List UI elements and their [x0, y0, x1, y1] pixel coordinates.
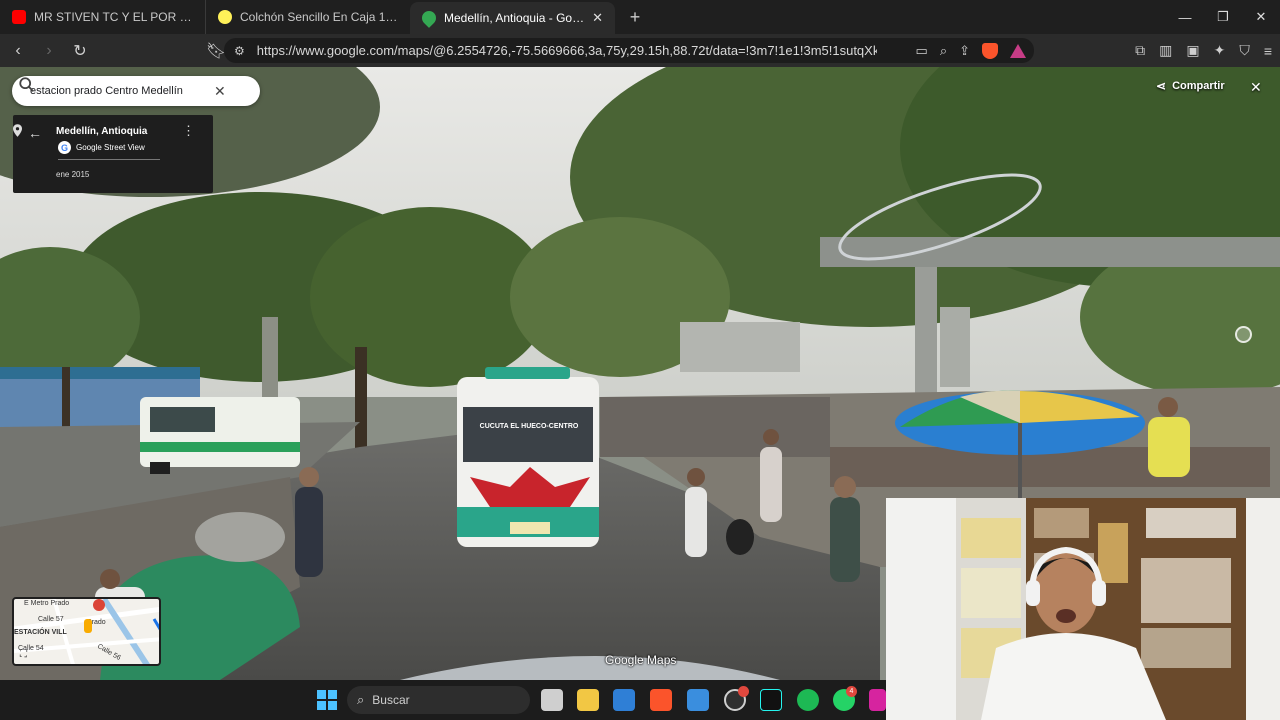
tab-marketplace[interactable]: Colchón Sencillo En Caja 100x190 Fil [205, 0, 410, 34]
wallet-icon[interactable]: ▣ [1186, 42, 1199, 59]
brave-browser-icon[interactable] [650, 689, 672, 711]
compass-icon[interactable] [1235, 326, 1252, 343]
sidebar-icon[interactable]: ▥ [1159, 42, 1172, 59]
share-button[interactable]: ⋖ Compartir [1156, 79, 1225, 93]
share-icon: ⋖ [1156, 79, 1167, 93]
address-bar-actions: ▭ ⌕ ⇪ [916, 38, 1026, 63]
provider-label: Google Street View [76, 143, 145, 152]
close-window-icon[interactable]: ✕ [1242, 0, 1280, 34]
bus-route-sign: CUCUTA EL HUECO-CENTRO [479, 423, 579, 430]
restore-icon[interactable]: ❐ [1204, 0, 1242, 34]
share-page-icon[interactable]: ⇪ [959, 43, 970, 59]
spotify-icon[interactable] [797, 689, 819, 711]
place-title: Medellín, Antioquia [56, 126, 148, 137]
webcam-feed [886, 498, 1280, 720]
browser-extensions: ⧉ ▥ ▣ ✦ ⛉ ≡ [1135, 34, 1272, 67]
photos-icon[interactable] [687, 689, 709, 711]
tab-title: Colchón Sencillo En Caja 100x190 Fil [240, 10, 398, 24]
task-view-icon[interactable] [541, 689, 563, 711]
taskbar-search[interactable]: ⌕ Buscar [347, 686, 530, 714]
address-bar[interactable]: ⚙︎ https://www.google.com/maps/@6.255472… [224, 38, 1034, 63]
instagram-icon[interactable] [869, 689, 886, 711]
search-icon: ⌕ [357, 692, 365, 707]
new-tab-button[interactable]: + [619, 7, 651, 28]
recording-indicator [738, 686, 749, 697]
minimize-icon[interactable]: — [1166, 0, 1204, 34]
capture-date[interactable]: ene 2015 [56, 170, 89, 179]
browser-tab-strip: MR STIVEN TC Y EL POR QUÉ NO SE Colchón … [0, 0, 1280, 34]
location-pin-icon[interactable] [13, 124, 22, 137]
whatsapp-unread-badge: 4 [846, 686, 857, 697]
google-g-icon: G [58, 141, 71, 154]
extensions-icon[interactable]: ⧉ [1135, 42, 1145, 59]
minimap[interactable]: E Metro Prado Prado ESTACIÓN VILL Calle … [12, 597, 161, 666]
cast-icon[interactable]: ▭ [916, 43, 928, 59]
google-maps-watermark: Google Maps [605, 653, 677, 667]
close-street-view-icon[interactable]: ✕ [1250, 79, 1262, 96]
close-tab-icon[interactable]: ✕ [592, 10, 603, 26]
url-text: https://www.google.com/maps/@6.2554726,-… [256, 43, 877, 58]
brave-shields-icon[interactable] [982, 42, 998, 59]
vpn-icon[interactable]: ⛉ [1239, 42, 1250, 59]
maps-search-box[interactable]: estacion prado Centro Medellín ✕ [12, 76, 260, 106]
webcam-overlay [886, 498, 1280, 720]
reload-icon[interactable]: ↻ [67, 38, 93, 64]
tab-youtube[interactable]: MR STIVEN TC Y EL POR QUÉ NO SE [0, 0, 205, 34]
provider-badge: G Google Street View [58, 141, 145, 154]
back-icon[interactable]: ‹ [5, 38, 31, 64]
marketplace-icon [218, 10, 232, 24]
file-explorer-icon[interactable] [577, 689, 599, 711]
divider [58, 159, 160, 160]
window-controls: — ❐ ✕ [1166, 0, 1280, 34]
microsoft-store-icon[interactable] [613, 689, 635, 711]
tiktok-icon[interactable] [760, 689, 782, 711]
taskbar-search-placeholder: Buscar [372, 693, 410, 707]
more-options-icon[interactable]: ⋮ [182, 123, 195, 139]
site-info-icon[interactable]: ⚙︎ [234, 44, 245, 58]
street-view-info-card: ← Medellín, Antioquia G Google Street Vi… [13, 115, 213, 193]
map-label-calle-57: Calle 57 [38, 616, 64, 623]
search-icon[interactable] [18, 76, 36, 94]
windows-taskbar: ⌕ Buscar 4 [0, 680, 886, 720]
google-maps-icon [419, 8, 439, 28]
tab-title: Medellín, Antioquia - Google Ma [444, 11, 584, 25]
youtube-icon [12, 10, 26, 24]
search-input[interactable]: estacion prado Centro Medellín [30, 85, 200, 97]
metro-station-icon [93, 599, 105, 611]
tab-title: MR STIVEN TC Y EL POR QUÉ NO SE [34, 10, 193, 24]
clear-search-icon[interactable]: ✕ [214, 83, 226, 100]
back-arrow-icon[interactable]: ← [28, 125, 42, 141]
windows-start-icon[interactable] [317, 690, 337, 710]
pegman-icon [84, 619, 92, 633]
share-label: Compartir [1172, 80, 1225, 92]
map-label-station: ESTACIÓN VILL [14, 629, 67, 636]
menu-icon[interactable]: ≡ [1264, 43, 1272, 59]
leo-ai-icon[interactable]: ✦ [1214, 42, 1226, 59]
forward-icon[interactable]: › [36, 38, 62, 64]
expand-map-icon[interactable]: ⛶ [20, 649, 27, 660]
brave-rewards-icon[interactable] [1010, 43, 1026, 58]
tab-google-maps[interactable]: Medellín, Antioquia - Google Ma ✕ [410, 2, 615, 34]
browser-toolbar: ‹ › ↻ 🔖︎ ⚙︎ https://www.google.com/maps/… [0, 34, 1280, 67]
map-label-metro: E Metro Prado [24, 600, 70, 607]
zoom-icon[interactable]: ⌕ [940, 43, 947, 59]
